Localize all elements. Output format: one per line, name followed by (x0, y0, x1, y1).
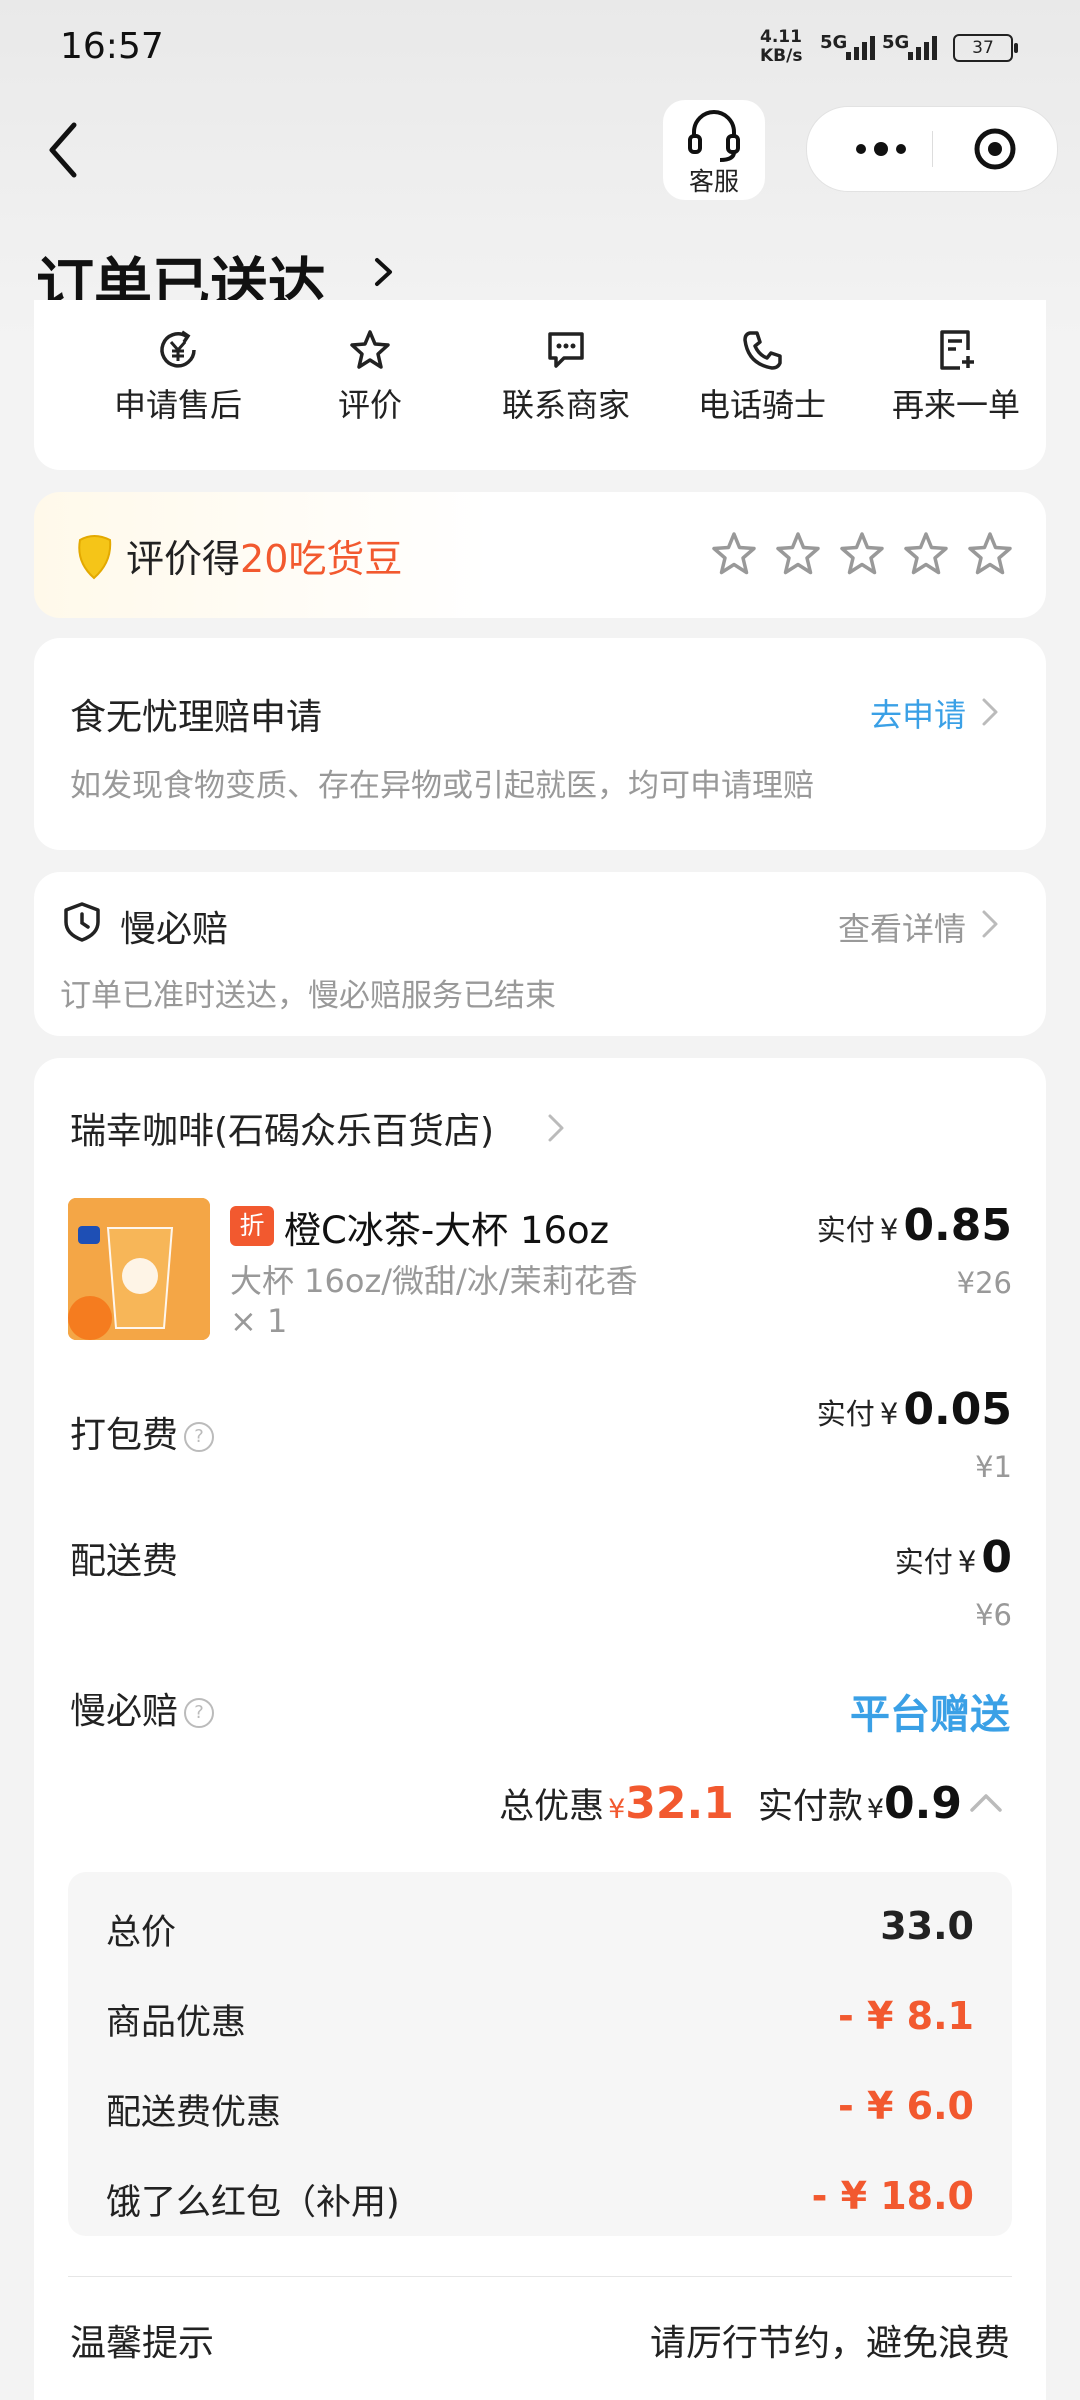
reorder-icon (940, 330, 974, 370)
product-drink-image (68, 1198, 210, 1340)
rating-stars (710, 530, 1014, 578)
customer-service-button[interactable]: 客服 (663, 100, 765, 200)
platform-gift-value: 平台赠送 (850, 1692, 1010, 1738)
chevron-up-icon[interactable] (966, 1788, 1006, 1818)
chat-icon (548, 332, 584, 368)
product-name: 橙C冰茶-大杯 16oz (284, 1209, 610, 1252)
rating-reward-text: 评价得20吃货豆 (126, 537, 403, 581)
rating-star-1-icon[interactable] (710, 530, 758, 578)
customer-service-label: 客服 (688, 167, 739, 196)
price-breakdown: 总价 33.0 商品优惠 - ¥ 8.1 配送费优惠 - ¥ 6.0 饿了么红包… (68, 1872, 1012, 2236)
slow-compensation-description: 订单已准时送达，慢必赔服务已结束 (60, 978, 556, 1014)
action-label: 再来一单 (891, 386, 1020, 424)
apply-after-sale-button[interactable]: 申请售后 (78, 328, 278, 426)
action-label: 联系商家 (501, 386, 630, 424)
slow-compensation-title: 慢必赔 (120, 909, 229, 950)
help-icon[interactable]: ? (184, 1698, 215, 1728)
food-claim-card: 食无忧理赔申请 去申请 如发现食物变质、存在异物或引起就医，均可申请理赔 (34, 638, 1046, 850)
back-button[interactable] (40, 115, 90, 185)
rating-star-3-icon[interactable] (838, 530, 886, 578)
phone-icon (743, 331, 782, 370)
contact-merchant-button[interactable]: 联系商家 (466, 328, 666, 426)
product-image[interactable] (68, 1198, 210, 1340)
claim-title: 食无忧理赔申请 (70, 697, 323, 738)
dot (874, 142, 888, 156)
discount-badge: 折 (230, 1206, 274, 1246)
action-label: 电话骑士 (697, 386, 826, 424)
battery-icon: 37 (953, 34, 1018, 62)
product-quantity: × 1 (230, 1302, 288, 1340)
chevron-right-icon (375, 258, 392, 286)
clock-shield-icon (64, 902, 100, 942)
network-speed: 4.11 KB/s (760, 27, 803, 66)
signal-bars-2-icon (908, 34, 937, 60)
breakdown-row: 总价 33.0 (106, 1904, 974, 1953)
total-paid: 0.9 (884, 1778, 962, 1829)
status-bar: 16:57 4.11 KB/s 5G 5G 37 (0, 0, 1080, 90)
signal-label-1: 5G (820, 32, 848, 53)
order-summary[interactable]: 总优惠 ¥ 32.1 实付款 ¥ 0.9 (499, 1778, 1006, 1829)
claim-description: 如发现食物变质、存在异物或引起就医，均可申请理赔 (70, 768, 814, 804)
view-details-link[interactable]: 查看详情 (838, 904, 966, 950)
divider (68, 2276, 1012, 2277)
rating-star-2-icon[interactable] (774, 530, 822, 578)
mini-program-capsule (806, 106, 1058, 192)
total-discount: 32.1 (625, 1778, 734, 1829)
tip-label: 温馨提示 (70, 2323, 215, 2364)
action-label: 申请售后 (113, 386, 242, 424)
slow-compensation-card: 慢必赔 查看详情 订单已准时送达，慢必赔服务已结束 (34, 872, 1046, 1036)
chevron-right-icon[interactable] (980, 906, 1000, 942)
chevron-right-icon[interactable] (980, 694, 1000, 730)
signal-label-2: 5G (882, 32, 910, 53)
signal-bars-1-icon (846, 34, 875, 60)
chevron-right-icon[interactable] (546, 1110, 566, 1146)
packing-fee-original: ¥1 (975, 1450, 1012, 1484)
packing-fee-paid: 实付 ¥ 0.05 (816, 1384, 1012, 1435)
close-mini-program-icon[interactable] (973, 127, 1017, 171)
help-icon[interactable]: ? (184, 1422, 215, 1452)
headset-icon (688, 110, 740, 162)
rating-star-5-icon[interactable] (966, 530, 1014, 578)
breakdown-row: 饿了么红包（补用) - ¥ 18.0 (106, 2174, 974, 2223)
delivery-fee-original: ¥6 (975, 1598, 1012, 1632)
delivery-fee-label: 配送费 (70, 1541, 179, 1582)
star-icon (350, 330, 390, 369)
capsule-divider (932, 131, 933, 167)
packing-fee-label: 打包费? (70, 1406, 215, 1458)
slow-compensation-fee-label: 慢必赔? (70, 1682, 215, 1734)
order-detail-card: 瑞幸咖啡(石碣众乐百货店) 折 橙C冰茶-大杯 16oz 大杯 16oz/微甜/… (34, 1058, 1046, 2400)
rating-star-4-icon[interactable] (902, 530, 950, 578)
call-rider-button[interactable]: 电话骑士 (662, 328, 862, 426)
tip-text: 请厉行节约，避免浪费 (649, 2323, 1010, 2364)
foodie-bean-icon (78, 535, 112, 580)
dot (856, 144, 866, 154)
product-original-price: ¥26 (956, 1266, 1012, 1300)
yuan-refund-icon (160, 330, 196, 368)
product-spec: 大杯 16oz/微甜/冰/茉莉花香 (230, 1262, 638, 1300)
rating-card: 评价得20吃货豆 (34, 492, 1046, 618)
action-label: 评价 (337, 386, 402, 424)
chevron-left-icon (49, 122, 77, 178)
dot (896, 144, 906, 154)
breakdown-row: 配送费优惠 - ¥ 6.0 (106, 2084, 974, 2133)
status-time: 16:57 (60, 26, 164, 67)
store-name[interactable]: 瑞幸咖啡(石碣众乐百货店) (70, 1102, 494, 1154)
reorder-button[interactable]: 再来一单 (856, 328, 1056, 426)
order-actions-card: 申请售后 评价 联系商家 电话骑士 再来一单 (34, 300, 1046, 470)
apply-claim-link[interactable]: 去申请 (870, 690, 966, 736)
more-options-button[interactable] (843, 127, 919, 171)
review-button[interactable]: 评价 (270, 328, 470, 426)
breakdown-row: 商品优惠 - ¥ 8.1 (106, 1994, 974, 2043)
product-paid-price: 实付 ¥ 0.85 (816, 1200, 1012, 1251)
delivery-fee-paid: 实付 ¥ 0 (894, 1532, 1012, 1583)
